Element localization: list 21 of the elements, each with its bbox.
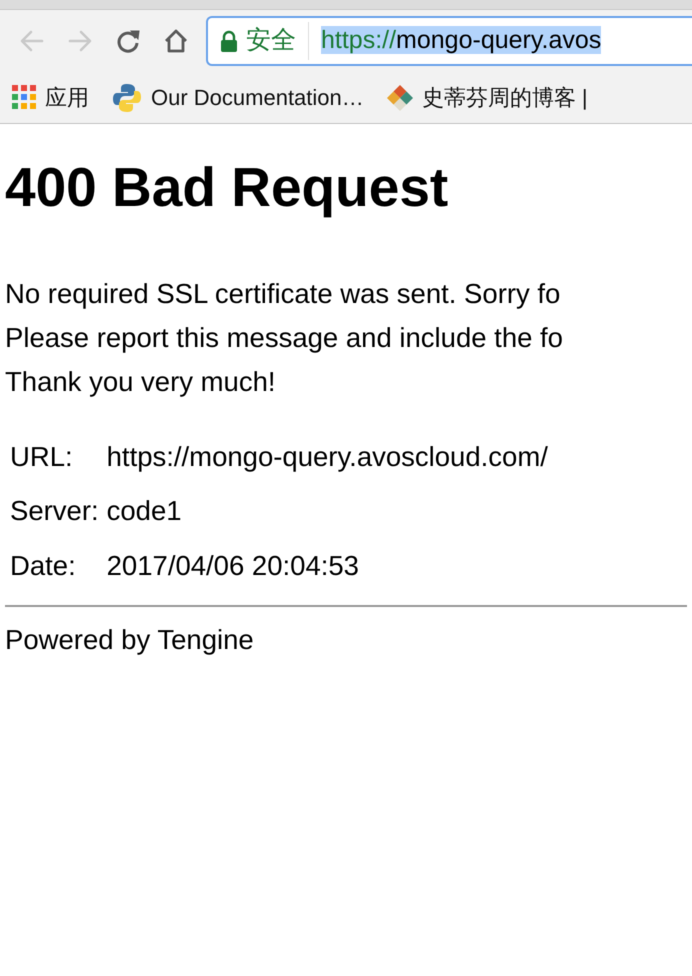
python-logo-icon bbox=[111, 82, 143, 114]
security-label: 安全 bbox=[238, 22, 309, 60]
page-heading: 400 Bad Request bbox=[5, 155, 450, 220]
footer-text: Powered by Tengine bbox=[5, 622, 255, 657]
url-text: https://mongo-query.avos bbox=[321, 25, 602, 56]
detail-label: Server: bbox=[9, 494, 100, 528]
detail-label: URL: bbox=[9, 440, 74, 474]
message-text: Please report this message and include the fo bbox=[5, 321, 564, 355]
detail-value: 2017/04/06 20:04:53 bbox=[106, 548, 360, 582]
detail-label: Date: bbox=[9, 548, 77, 582]
message-text: No required SSL certificate was sent. Sorry fo bbox=[5, 277, 562, 311]
diamond-logo-icon bbox=[386, 84, 414, 112]
bookmark[interactable]: 史蒂芬周的博客 | bbox=[386, 81, 588, 114]
address-bar[interactable]: 安全 https://mongo-query.avos bbox=[206, 16, 692, 66]
message-text: Thank you very much! bbox=[5, 365, 277, 399]
bookmark[interactable]: Our Documentation… bbox=[111, 81, 364, 114]
bookmark[interactable]: 应用 bbox=[12, 81, 89, 114]
detail-value: https://mongo-query.avoscloud.com/ bbox=[106, 440, 549, 474]
apps-grid-icon bbox=[12, 85, 37, 110]
detail-value: code1 bbox=[106, 494, 183, 528]
lock-icon bbox=[220, 30, 238, 52]
